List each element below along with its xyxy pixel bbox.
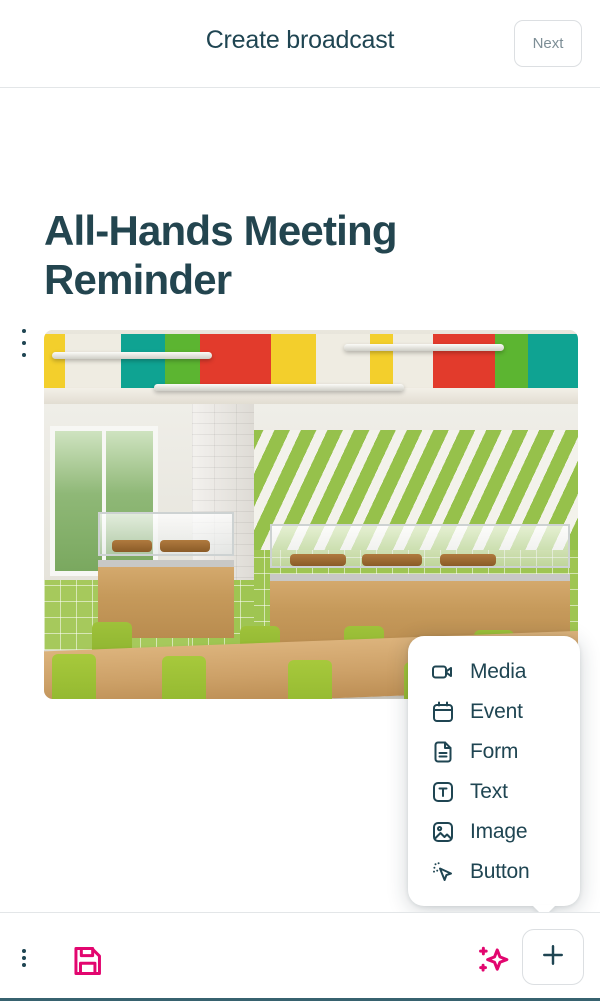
bottom-toolbar <box>0 912 600 1001</box>
drag-dots-icon[interactable] <box>17 326 31 360</box>
menu-item-media[interactable]: Media <box>408 652 580 692</box>
menu-item-label: Text <box>470 780 508 803</box>
dot <box>22 329 26 333</box>
editor-canvas: All-Hands Meeting Reminder Media Event F… <box>0 88 600 912</box>
sparkle-ai-icon[interactable] <box>474 942 512 980</box>
vertical-dots-icon[interactable] <box>17 949 31 967</box>
broadcast-editor: Create broadcast Next All-Hands Meeting … <box>0 0 600 1001</box>
menu-item-label: Form <box>470 740 519 763</box>
menu-item-text[interactable]: Text <box>408 772 580 812</box>
dot <box>22 956 26 960</box>
next-button-label: Next <box>532 35 564 52</box>
dot <box>22 963 26 967</box>
text-box-icon <box>430 779 456 805</box>
menu-item-form[interactable]: Form <box>408 732 580 772</box>
menu-item-label: Image <box>470 820 528 843</box>
dot <box>22 341 26 345</box>
dot <box>22 353 26 357</box>
calendar-icon <box>430 699 456 725</box>
video-camera-icon <box>430 659 456 685</box>
menu-item-button[interactable]: Button <box>408 852 580 892</box>
broadcast-title[interactable]: All-Hands Meeting Reminder <box>44 206 474 304</box>
plus-icon <box>539 941 567 974</box>
image-icon <box>430 819 456 845</box>
menu-item-event[interactable]: Event <box>408 692 580 732</box>
document-icon <box>430 739 456 765</box>
add-block-menu: Media Event Form Text Image Button <box>408 636 580 906</box>
add-block-button[interactable] <box>522 929 584 985</box>
menu-item-image[interactable]: Image <box>408 812 580 852</box>
dot <box>22 949 26 953</box>
app-header: Create broadcast Next <box>0 0 600 88</box>
next-button[interactable]: Next <box>514 20 582 67</box>
menu-item-label: Button <box>470 860 530 883</box>
floppy-save-icon[interactable] <box>68 942 106 980</box>
menu-item-label: Media <box>470 660 527 683</box>
page-title: Create broadcast <box>205 26 395 54</box>
cursor-sparkle-icon <box>430 859 456 885</box>
menu-item-label: Event <box>470 700 523 723</box>
